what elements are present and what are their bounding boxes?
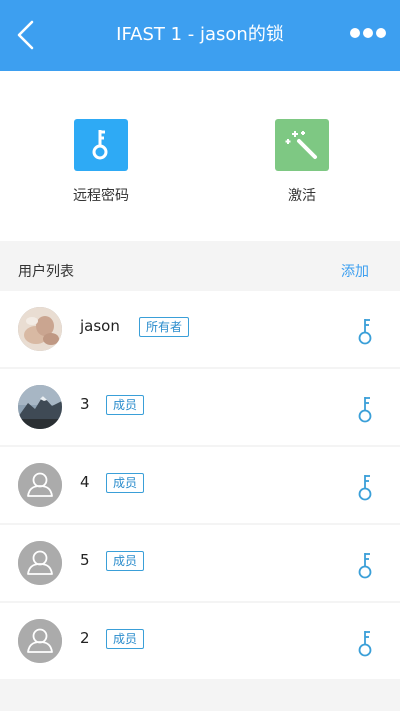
key-icon bbox=[92, 130, 108, 160]
role-badge: 成员 bbox=[106, 473, 145, 493]
user-key-button[interactable] bbox=[356, 317, 376, 345]
avatar bbox=[18, 385, 62, 429]
add-user-button[interactable]: 添加 bbox=[341, 261, 369, 281]
user-list-title: 用户列表 bbox=[18, 264, 74, 280]
role-badge: 成员 bbox=[106, 395, 145, 415]
page-title: IFAST 1 - jason的锁 bbox=[116, 24, 284, 45]
user-key-button[interactable] bbox=[356, 629, 376, 657]
user-name: 4 bbox=[80, 473, 90, 491]
magic-wand-icon bbox=[285, 131, 317, 159]
activate-label: 激活 bbox=[288, 188, 316, 204]
user-row[interactable]: 5 成员 bbox=[0, 525, 400, 601]
user-list-header: 用户列表 添加 bbox=[0, 248, 400, 290]
default-user-icon bbox=[18, 541, 62, 585]
user-key-button[interactable] bbox=[356, 473, 376, 501]
user-list: jason 所有者 3 成员 4 成员 5 成员 2 成员 bbox=[0, 291, 400, 681]
more-dots-icon bbox=[376, 28, 386, 38]
back-button[interactable] bbox=[10, 18, 44, 52]
role-badge: 成员 bbox=[106, 629, 145, 649]
more-options-button[interactable] bbox=[350, 27, 386, 41]
user-row[interactable]: 3 成员 bbox=[0, 369, 400, 445]
user-name: 3 bbox=[80, 395, 90, 413]
remote-password-button[interactable]: 远程密码 bbox=[41, 119, 161, 205]
user-name: 2 bbox=[80, 629, 90, 647]
activate-button[interactable]: 激活 bbox=[242, 119, 362, 205]
avatar bbox=[18, 619, 62, 663]
key-icon bbox=[358, 319, 372, 345]
key-icon bbox=[358, 475, 372, 501]
activate-tile bbox=[275, 119, 329, 171]
key-icon bbox=[358, 553, 372, 579]
user-row[interactable]: jason 所有者 bbox=[0, 291, 400, 367]
more-dots-icon bbox=[363, 28, 373, 38]
remote-password-label: 远程密码 bbox=[73, 188, 129, 204]
user-key-button[interactable] bbox=[356, 395, 376, 423]
user-row[interactable]: 4 成员 bbox=[0, 447, 400, 523]
chevron-left-icon bbox=[17, 20, 34, 50]
user-name: 5 bbox=[80, 551, 90, 569]
role-badge: 所有者 bbox=[139, 317, 190, 337]
default-user-icon bbox=[18, 619, 62, 663]
remote-password-tile bbox=[74, 119, 128, 171]
top-bar: IFAST 1 - jason的锁 bbox=[0, 0, 400, 71]
avatar bbox=[18, 463, 62, 507]
avatar bbox=[18, 307, 62, 351]
user-name: jason bbox=[80, 317, 120, 335]
key-icon bbox=[358, 397, 372, 423]
more-dots-icon bbox=[350, 28, 360, 38]
lock-actions-panel: 远程密码 激活 bbox=[0, 71, 400, 241]
default-user-icon bbox=[18, 463, 62, 507]
user-row[interactable]: 2 成员 bbox=[0, 603, 400, 679]
key-icon bbox=[358, 631, 372, 657]
avatar bbox=[18, 541, 62, 585]
user-photo bbox=[18, 385, 62, 429]
user-key-button[interactable] bbox=[356, 551, 376, 579]
user-photo bbox=[18, 307, 62, 351]
role-badge: 成员 bbox=[106, 551, 145, 571]
